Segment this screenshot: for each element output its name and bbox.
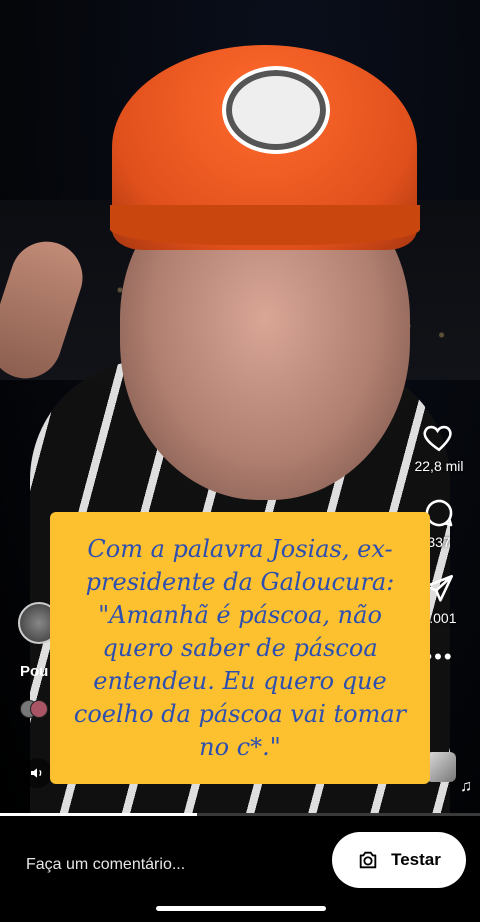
like-action[interactable]: 22,8 mil	[414, 420, 464, 474]
audio-track[interactable]: ♫	[426, 752, 472, 796]
caption-text: Com a palavra Josias, ex-presidente da G…	[73, 534, 407, 761]
music-note-icon: ♫	[460, 778, 472, 795]
try-button-label: Testar	[391, 850, 441, 869]
comments-count: 337	[427, 534, 451, 550]
liked-by-avatars[interactable]	[20, 700, 50, 718]
home-indicator[interactable]	[156, 906, 326, 911]
bottom-bar: Faça um comentário... Testar	[0, 816, 480, 922]
cap-logo	[222, 66, 330, 154]
comment-input[interactable]: Faça um comentário...	[14, 842, 314, 888]
caption-overlay: Com a palavra Josias, ex-presidente da G…	[50, 512, 430, 784]
heart-icon[interactable]	[422, 420, 456, 454]
audio-thumbnail[interactable]	[426, 752, 456, 782]
likes-count: 22,8 mil	[414, 458, 464, 474]
author-name[interactable]: Pou	[20, 663, 48, 680]
try-button[interactable]: Testar	[332, 832, 466, 888]
cap-brim	[110, 205, 420, 245]
speaker-icon[interactable]	[22, 758, 52, 788]
camera-icon	[359, 851, 377, 869]
